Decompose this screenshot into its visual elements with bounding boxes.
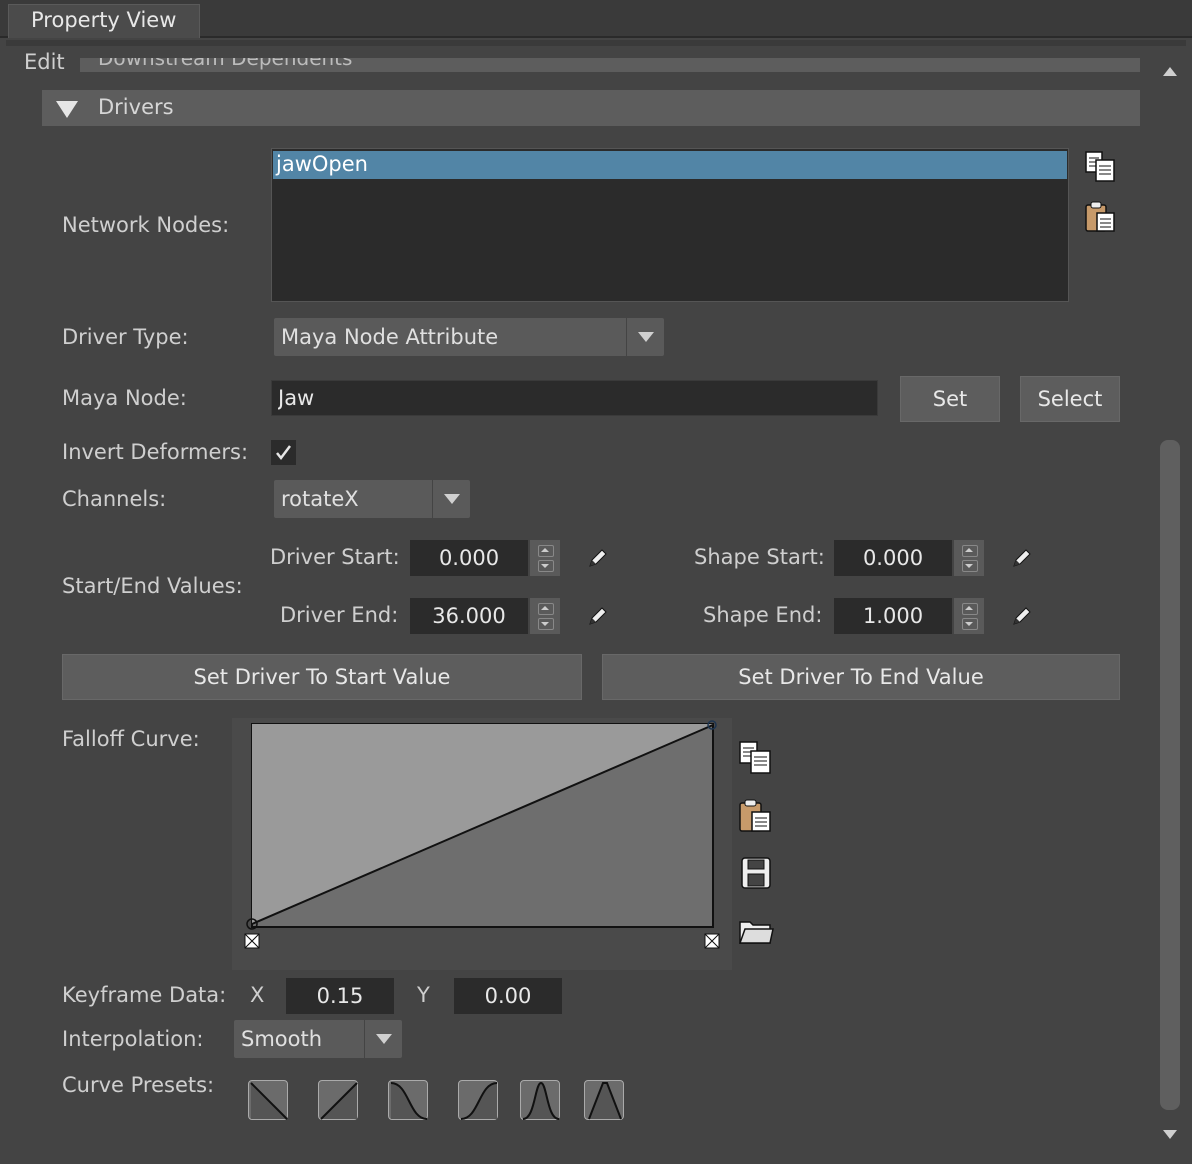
pencil-icon[interactable] — [586, 546, 610, 570]
maya-node-input[interactable] — [271, 380, 878, 416]
falloff-curve-label: Falloff Curve: — [62, 727, 200, 751]
preset-smooth-down-button[interactable] — [388, 1080, 428, 1120]
driver-start-stepper[interactable] — [530, 540, 560, 576]
driver-end-stepper[interactable] — [530, 598, 560, 634]
preset-bell-linear-button[interactable] — [584, 1080, 624, 1120]
tangent-handle-right[interactable] — [704, 933, 720, 949]
driver-start-input[interactable]: 0.000 — [410, 540, 528, 576]
channels-label: Channels: — [62, 487, 167, 511]
curve-presets-label-text: Curve Presets: — [62, 1073, 215, 1097]
interpolation-value: Smooth — [241, 1027, 323, 1051]
invert-deformers-label: Invert Deformers: — [62, 440, 249, 464]
driver-end-input[interactable]: 36.000 — [410, 598, 528, 634]
paste-icon[interactable] — [1084, 200, 1118, 234]
maya-node-label: Maya Node: — [62, 386, 187, 410]
driver-type-value: Maya Node Attribute — [281, 325, 499, 349]
downstream-dependents-section[interactable]: Downstream Dependents — [80, 58, 1140, 72]
pencil-icon[interactable] — [1010, 604, 1034, 628]
copy-icon[interactable] — [1084, 150, 1118, 184]
channels-dropdown[interactable]: rotateX — [274, 480, 470, 518]
set-driver-to-end-value-button[interactable]: Set Driver To End Value — [602, 654, 1120, 700]
network-nodes-label: Network Nodes: — [62, 213, 230, 237]
keyframe-x-label: X — [250, 983, 265, 1007]
folder-icon[interactable] — [738, 916, 774, 946]
chevron-down-icon — [364, 1020, 402, 1058]
shape-end-label: Shape End: — [703, 603, 823, 627]
linear-down-icon — [250, 1082, 288, 1120]
driver-type-label: Driver Type: — [62, 325, 189, 349]
preset-smooth-up-button[interactable] — [458, 1080, 498, 1120]
preset-linear-down-button[interactable] — [248, 1080, 288, 1120]
channels-value: rotateX — [281, 487, 359, 511]
shape-end-input[interactable]: 1.000 — [834, 598, 952, 634]
scroll-down-icon[interactable] — [1160, 1128, 1180, 1142]
set-driver-to-start-value-button[interactable]: Set Driver To Start Value — [62, 654, 582, 700]
list-item-jawopen[interactable]: jawOpen — [273, 151, 1067, 179]
chevron-down-icon — [626, 318, 664, 356]
keyframe-y-input[interactable]: 0.00 — [454, 978, 562, 1014]
checkmark-icon — [276, 445, 291, 461]
shape-start-label: Shape Start: — [694, 545, 825, 569]
shape-start-stepper[interactable] — [954, 540, 984, 576]
triangle-down-icon[interactable] — [54, 98, 80, 120]
invert-deformers-checkbox[interactable] — [271, 440, 296, 465]
scrollbar-thumb[interactable] — [1160, 440, 1180, 1110]
bell-smooth-icon — [522, 1081, 560, 1120]
keyframe-y-label: Y — [417, 983, 430, 1007]
set-button[interactable]: Set — [900, 376, 1000, 422]
preset-linear-up-button[interactable] — [318, 1080, 358, 1120]
downstream-dependents-label: Downstream Dependents — [98, 58, 353, 70]
driver-end-label: Driver End: — [280, 603, 399, 627]
pencil-icon[interactable] — [1010, 546, 1034, 570]
driver-type-dropdown[interactable]: Maya Node Attribute — [274, 318, 664, 356]
edit-label: Edit — [24, 50, 65, 74]
chevron-down-icon — [432, 480, 470, 518]
scroll-up-icon[interactable] — [1160, 64, 1180, 78]
shape-start-input[interactable]: 0.000 — [834, 540, 952, 576]
bell-linear-icon — [588, 1082, 622, 1120]
save-icon[interactable] — [740, 856, 772, 890]
interpolation-dropdown[interactable]: Smooth — [234, 1020, 402, 1058]
tab-property-view[interactable]: Property View — [8, 4, 200, 38]
select-button[interactable]: Select — [1020, 376, 1120, 422]
smooth-up-icon — [460, 1082, 498, 1120]
preset-bell-smooth-button[interactable] — [520, 1080, 560, 1120]
keyframe-x-input[interactable]: 0.15 — [286, 978, 394, 1014]
smooth-down-icon — [390, 1082, 428, 1120]
tangent-handle-left[interactable] — [244, 933, 260, 949]
linear-up-icon — [320, 1082, 358, 1120]
shape-end-stepper[interactable] — [954, 598, 984, 634]
pencil-icon[interactable] — [586, 604, 610, 628]
paste-icon[interactable] — [738, 798, 774, 834]
driver-start-label: Driver Start: — [270, 545, 400, 569]
copy-icon[interactable] — [738, 740, 774, 776]
drivers-section-label: Drivers — [98, 95, 174, 119]
interpolation-label: Interpolation: — [62, 1027, 204, 1051]
drivers-section-header[interactable]: Drivers — [42, 90, 1140, 126]
falloff-curve-editor[interactable] — [240, 718, 720, 954]
start-end-values-label: Start/End Values: — [62, 574, 243, 598]
header-strip — [6, 40, 1186, 46]
keyframe-data-label: Keyframe Data: — [62, 983, 227, 1007]
